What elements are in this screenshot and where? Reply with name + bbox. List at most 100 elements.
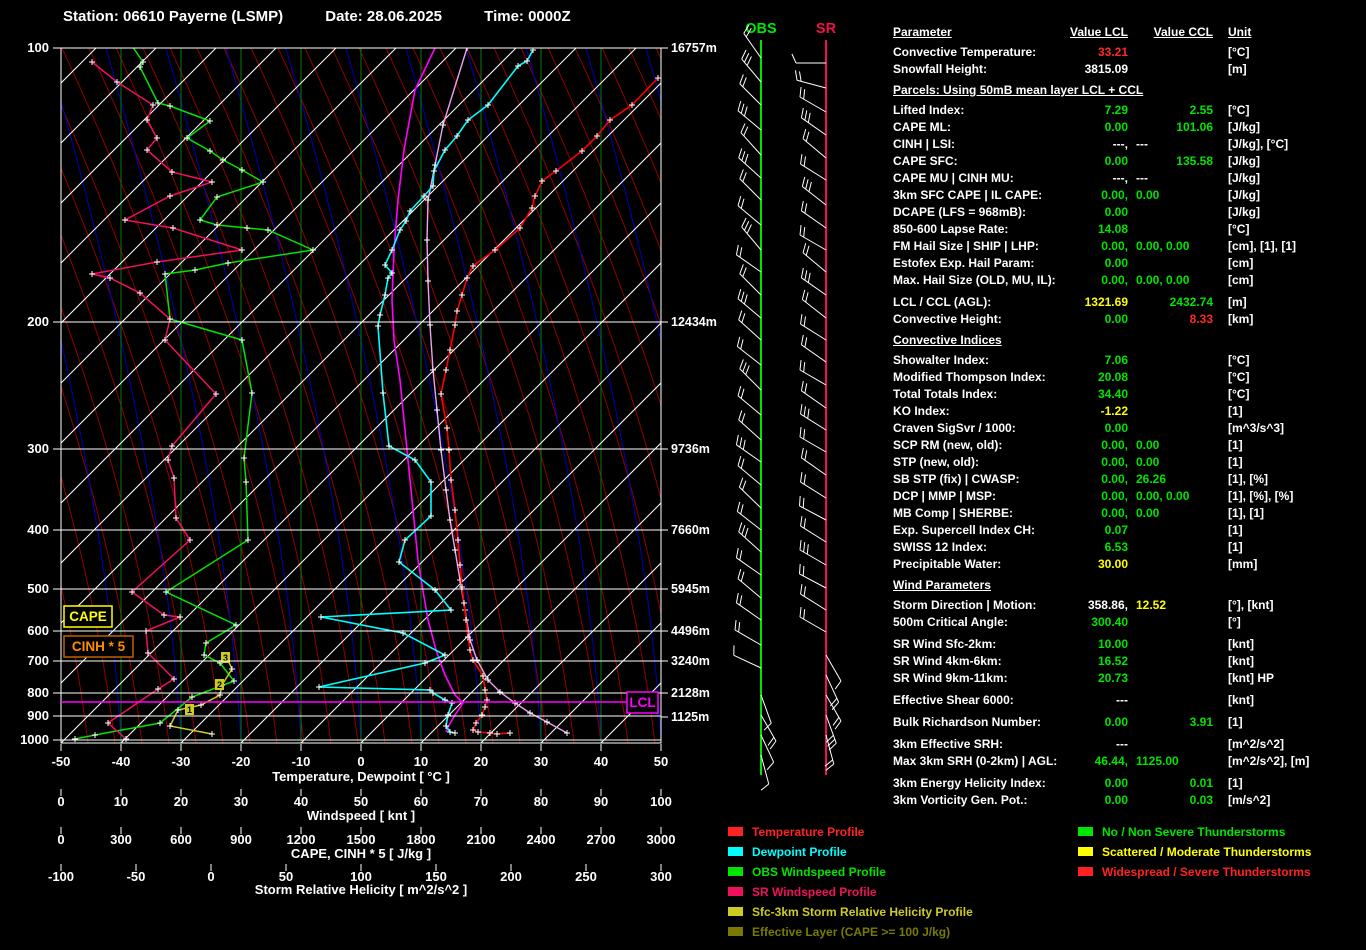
- value-lcl-wrap: 3815.09: [893, 61, 1128, 78]
- value-extra: 0.00: [1136, 437, 1159, 454]
- wind-barb-flag: [805, 450, 807, 460]
- dry-adiabat-line: [683, 48, 898, 743]
- wind-barb-flag: [743, 362, 747, 371]
- table-row: Bulk Richardson Number:0.003.91[1]: [893, 714, 1363, 731]
- wind-barb-flag: [743, 77, 747, 86]
- value-lcl: 0.00,: [1101, 489, 1128, 503]
- legend-label: No / Non Severe Thunderstorms: [1102, 825, 1285, 839]
- chart-text: 3240m: [671, 654, 710, 668]
- wind-barb-flag: [805, 383, 807, 393]
- wind-barb-flag: [768, 737, 774, 745]
- temperature-profile-line: [441, 78, 658, 734]
- wind-barb-flag: [735, 620, 736, 630]
- wind-barb: [826, 655, 841, 681]
- dry-adiabat-line: [467, 48, 682, 743]
- thunderstorm-legend: No / Non Severe Thunderstorms Scattered /…: [1078, 822, 1311, 882]
- unit-label: [knt]: [1228, 653, 1254, 670]
- table-row: SR Wind 4km-6km:16.52[knt]: [893, 653, 1363, 670]
- wind-barb-flag: [805, 337, 807, 347]
- wind-barb-flag: [801, 314, 802, 324]
- value-ccl-wrap: 135.58: [893, 153, 1213, 170]
- chart-text: 50: [654, 754, 668, 769]
- legend-swatch-icon: [1078, 867, 1093, 876]
- wind-barb-flag: [805, 270, 807, 280]
- wind-barb-flag: [739, 310, 742, 320]
- wind-barb-flag: [809, 182, 811, 192]
- table-row: Lifted Index:7.292.55[°C]: [893, 102, 1363, 119]
- unit-label: [1]: [1228, 403, 1243, 420]
- wind-barb-flag: [741, 504, 743, 514]
- table-row: CAPE MU | CINH MU:---,---[J/kg]: [893, 170, 1363, 187]
- value-lcl: 358.86,: [1088, 598, 1128, 612]
- table-row: Snowfall Height:3815.09[m]: [893, 61, 1363, 78]
- thunderstorm-legend-item: Widespread / Severe Thunderstorms: [1078, 862, 1311, 882]
- wind-barb: [737, 347, 761, 365]
- wind-barb: [800, 97, 826, 112]
- wind-barb-flag: [800, 360, 801, 370]
- profile-legend-item: Temperature Profile: [728, 822, 973, 842]
- wind-barb: [802, 300, 826, 318]
- value-lcl-wrap: 0.00,: [893, 505, 1128, 522]
- chart-text: -30: [172, 754, 191, 769]
- wind-barb-flag: [804, 542, 805, 552]
- value-ccl-wrap: 2432.74: [893, 294, 1213, 311]
- chart-text: LCL: [629, 695, 655, 710]
- table-row: Storm Direction | Motion:358.86,12.52[°]…: [893, 597, 1363, 614]
- wind-barb-flag: [742, 218, 746, 227]
- wind-barb-flag: [801, 472, 802, 482]
- wind-barb-flag: [738, 386, 741, 396]
- isotherm-line: [0, 48, 276, 743]
- wind-barb-flag: [803, 566, 804, 576]
- chart-text: 7660m: [671, 523, 710, 537]
- chart-text: 400: [27, 522, 49, 537]
- wind-barb-flag: [744, 127, 748, 136]
- thunderstorm-legend-item: Scattered / Moderate Thunderstorms: [1078, 842, 1311, 862]
- legend-label: Effective Layer (CAPE >= 100 J/kg): [752, 925, 950, 939]
- wind-barb-flag: [801, 381, 803, 391]
- value-lcl-wrap: 0.07: [893, 522, 1128, 539]
- wind-barb-flag: [741, 459, 744, 469]
- wind-barb-flag: [800, 225, 801, 235]
- value-lcl-wrap: 7.06: [893, 352, 1128, 369]
- chart-text: 700: [27, 653, 49, 668]
- chart-text: 300: [110, 832, 132, 847]
- legend-label: Sfc-3km Storm Relative Helicity Profile: [752, 905, 973, 919]
- chart-text: -40: [112, 754, 131, 769]
- chart-text: 1500: [347, 832, 376, 847]
- value-lcl-wrap: 10.00: [893, 636, 1128, 653]
- value-lcl-wrap: 34.40: [893, 386, 1128, 403]
- unit-label: [J/kg]: [1228, 153, 1260, 170]
- wind-barb-flag: [800, 607, 801, 617]
- value-lcl: 300.40: [1091, 615, 1128, 629]
- parameter-table: ParameterValue LCLValue CCLUnitConvectiv…: [893, 20, 1363, 809]
- table-row: 3km Vorticity Gen. Pot.:0.000.03[m/s^2]: [893, 792, 1363, 809]
- wind-barb-flag: [739, 622, 740, 632]
- value-extra: 0.00: [1136, 454, 1159, 471]
- legend-swatch-icon: [1078, 827, 1093, 836]
- value-lcl-wrap: 33.21: [893, 44, 1128, 61]
- wind-barb: [740, 369, 761, 390]
- value-lcl: 3815.09: [1085, 62, 1128, 76]
- wind-barb: [801, 211, 826, 228]
- chart-text: 300: [27, 441, 49, 456]
- wind-barb: [801, 482, 826, 498]
- legend-swatch-icon: [728, 827, 743, 836]
- legend-swatch-icon: [728, 867, 743, 876]
- table-header-row: ParameterValue LCLValue CCLUnit: [893, 20, 1363, 44]
- value-lcl-wrap: 0.00,: [893, 272, 1128, 289]
- table-row: Max. Hail Size (OLD, MU, IL):0.00,0.00, …: [893, 272, 1363, 289]
- value-lcl: 0.00,: [1101, 472, 1128, 486]
- value-ccl: 2432.74: [1170, 295, 1213, 309]
- table-row: SWISS 12 Index:6.53[1]: [893, 539, 1363, 556]
- wind-barb-flag: [738, 569, 741, 579]
- value-lcl: -1.22: [1101, 404, 1128, 418]
- wind-barb-flag: [740, 247, 742, 257]
- wind-barb-flag: [800, 427, 801, 437]
- value-ccl: 0.01: [1190, 776, 1213, 790]
- unit-label: [1]: [1228, 539, 1243, 556]
- chart-text: 0: [57, 832, 64, 847]
- wind-barb-flag: [800, 87, 801, 97]
- wind-barb-flag: [744, 53, 748, 62]
- table-row: Precipitable Water:30.00[mm]: [893, 556, 1363, 573]
- wind-barb: [826, 695, 841, 721]
